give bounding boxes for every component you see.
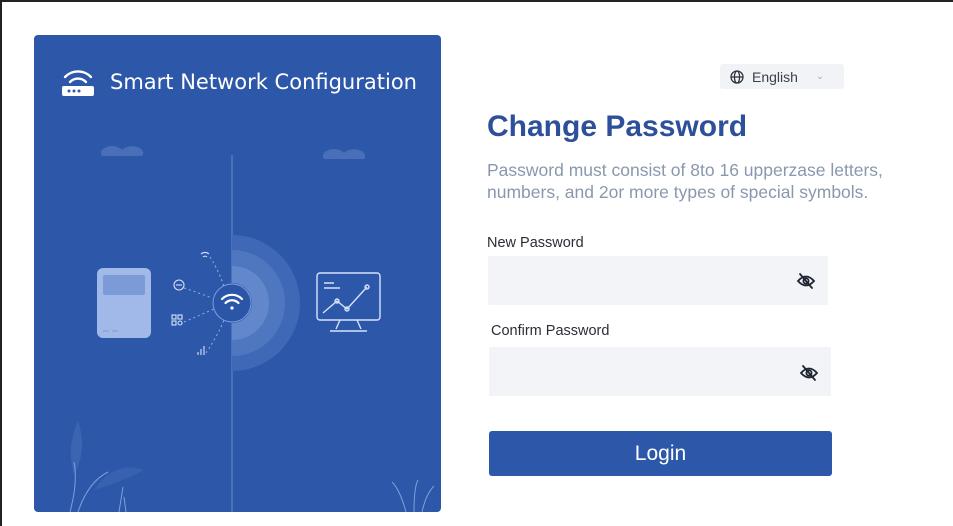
language-label: English xyxy=(752,68,798,85)
eye-off-icon[interactable] xyxy=(799,363,819,383)
chevron-down-icon: ⌄ xyxy=(815,71,825,82)
hero-title-text: Smart Network Configuration xyxy=(110,70,417,94)
hero-title: Smart Network Configuration xyxy=(60,67,417,97)
globe-icon xyxy=(730,69,744,84)
hero-panel: Smart Network Configuration xyxy=(34,35,441,512)
new-password-input[interactable] xyxy=(488,256,778,305)
page-title: Change Password xyxy=(487,110,748,143)
confirm-password-label: Confirm Password xyxy=(491,323,610,339)
confirm-password-field xyxy=(489,347,831,396)
password-requirements: Password must consist of 8to 16 upperzas… xyxy=(487,160,883,202)
eye-off-icon[interactable] xyxy=(796,271,816,291)
network-illustration xyxy=(69,146,435,512)
login-button[interactable]: Login xyxy=(489,431,832,476)
confirm-password-input[interactable] xyxy=(489,347,779,396)
language-select[interactable]: English ⌄ xyxy=(720,64,844,89)
new-password-label: New Password xyxy=(487,235,584,251)
router-icon xyxy=(62,70,94,96)
new-password-field xyxy=(488,256,828,305)
